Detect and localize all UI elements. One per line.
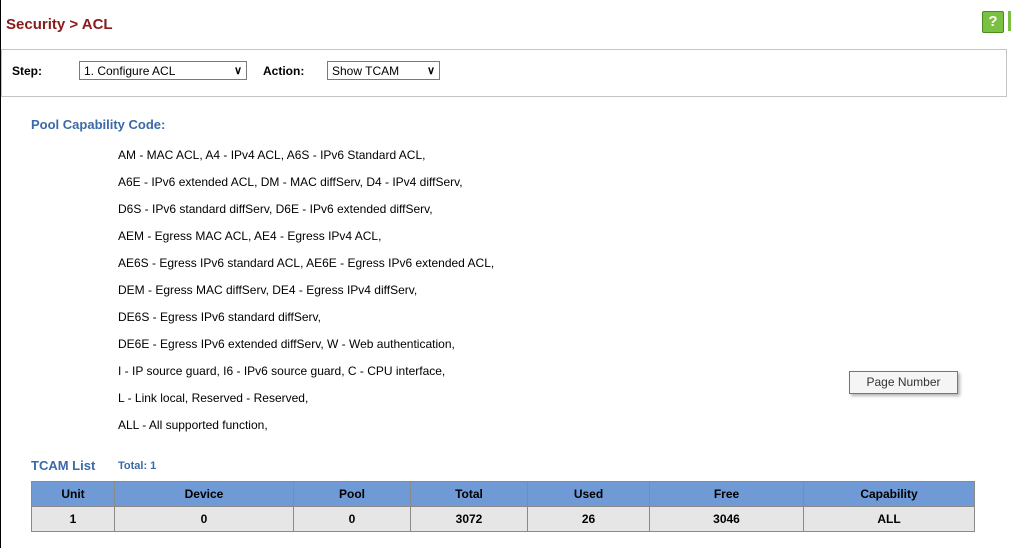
capability-code-line: AM - MAC ACL, A4 - IPv4 ACL, A6S - IPv6 … bbox=[118, 148, 426, 162]
divider bbox=[1006, 49, 1007, 97]
action-label: Action: bbox=[263, 64, 305, 78]
capability-code-line: ALL - All supported function, bbox=[118, 418, 268, 432]
capability-code-line: I - IP source guard, I6 - IPv6 source gu… bbox=[118, 364, 446, 378]
divider bbox=[1, 96, 1006, 97]
capability-code-line: D6S - IPv6 standard diffServ, D6E - IPv6… bbox=[118, 202, 433, 216]
column-header-free: Free bbox=[649, 481, 804, 507]
action-select[interactable]: Show TCAM ∨ bbox=[327, 61, 440, 80]
step-label: Step: bbox=[12, 64, 42, 78]
help-icon[interactable]: ? bbox=[982, 11, 1004, 33]
cell-used: 26 bbox=[527, 506, 650, 532]
pool-capability-title: Pool Capability Code: bbox=[31, 117, 166, 132]
column-header-capability: Capability bbox=[803, 481, 975, 507]
capability-code-line: AEM - Egress MAC ACL, AE4 - Egress IPv4 … bbox=[118, 229, 382, 243]
cell-total: 3072 bbox=[410, 506, 528, 532]
divider bbox=[1, 49, 2, 97]
capability-code-line: A6E - IPv6 extended ACL, DM - MAC diffSe… bbox=[118, 175, 463, 189]
column-header-device: Device bbox=[114, 481, 294, 507]
capability-code-line: DE6E - Egress IPv6 extended diffServ, W … bbox=[118, 337, 455, 351]
page-number-tooltip: Page Number bbox=[849, 371, 958, 394]
cell-device: 0 bbox=[114, 506, 294, 532]
tcam-table: Unit Device Pool Total Used Free Capabil… bbox=[31, 481, 975, 532]
column-header-used: Used bbox=[527, 481, 650, 507]
chevron-down-icon: ∨ bbox=[233, 65, 242, 77]
tcam-list-title: TCAM List bbox=[31, 458, 96, 473]
page-header: Security > ACL ? bbox=[1, 8, 1014, 40]
action-select-value: Show TCAM bbox=[332, 64, 400, 78]
cell-capability: ALL bbox=[803, 506, 975, 532]
step-select[interactable]: 1. Configure ACL ∨ bbox=[79, 61, 247, 80]
capability-code-line: DE6S - Egress IPv6 standard diffServ, bbox=[118, 310, 321, 324]
capability-code-line: AE6S - Egress IPv6 standard ACL, AE6E - … bbox=[118, 256, 495, 270]
cell-pool: 0 bbox=[293, 506, 411, 532]
column-header-pool: Pool bbox=[293, 481, 411, 507]
capability-code-line: DEM - Egress MAC diffServ, DE4 - Egress … bbox=[118, 283, 418, 297]
cell-unit: 1 bbox=[31, 506, 115, 532]
cell-free: 3046 bbox=[649, 506, 804, 532]
table-header-row: Unit Device Pool Total Used Free Capabil… bbox=[31, 481, 975, 507]
tcam-total-count: Total: 1 bbox=[118, 460, 157, 472]
divider bbox=[1, 49, 1006, 50]
capability-code-line: L - Link local, Reserved - Reserved, bbox=[118, 391, 309, 405]
column-header-unit: Unit bbox=[31, 481, 115, 507]
chevron-down-icon: ∨ bbox=[426, 65, 435, 77]
table-row: 1 0 0 3072 26 3046 ALL bbox=[31, 506, 975, 532]
page-title: Security > ACL bbox=[6, 16, 113, 33]
step-select-value: 1. Configure ACL bbox=[84, 64, 176, 78]
edge-bar bbox=[1008, 11, 1011, 31]
column-header-total: Total bbox=[410, 481, 528, 507]
